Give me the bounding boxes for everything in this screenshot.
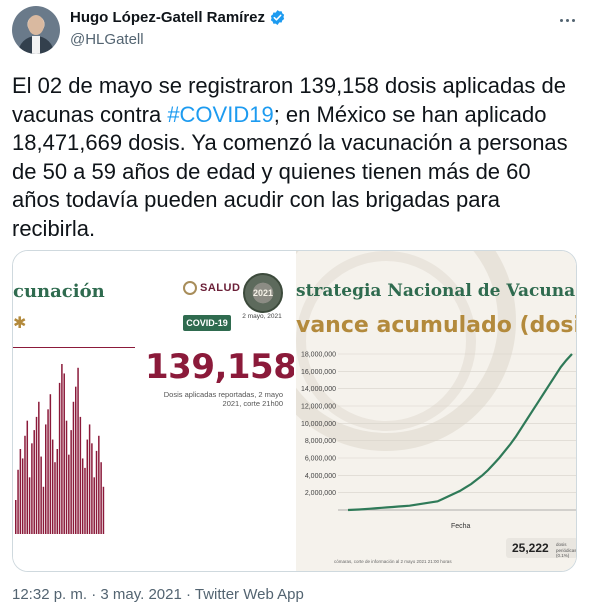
bar	[56, 449, 59, 534]
bar	[95, 450, 98, 534]
bar	[68, 454, 70, 534]
right-panel-subtitle: vance acumulado (dosi	[296, 313, 577, 338]
y-tick-label: 4,000,000	[305, 473, 336, 480]
bar	[38, 401, 40, 534]
bar	[100, 462, 102, 534]
bar	[31, 443, 33, 534]
author-handle[interactable]: @HLGatell	[70, 31, 144, 48]
bar	[26, 420, 29, 534]
bar	[45, 424, 47, 534]
bar	[81, 458, 84, 534]
avatar-head	[28, 15, 44, 35]
bar	[102, 486, 105, 534]
bar	[15, 500, 17, 534]
hashtag-link[interactable]: #COVID19	[167, 102, 273, 127]
bar	[77, 367, 79, 534]
badge-text: dosis periódicas (0.1%)	[556, 542, 577, 558]
bar	[93, 477, 95, 534]
bar	[42, 486, 45, 534]
media-image-left[interactable]: cunación ✱ SALUD 2021 COVID-19 2 mayo, 2…	[13, 251, 294, 571]
bar	[35, 416, 38, 534]
avatar-shirt	[32, 36, 40, 54]
verified-badge-icon	[269, 9, 286, 26]
y-tick-label: 12,000,000	[301, 404, 336, 411]
y-tick-label: 10,000,000	[301, 421, 336, 428]
y-tick-label: 14,000,000	[301, 386, 336, 393]
author-display-name[interactable]: Hugo López-Gatell Ramírez	[70, 9, 265, 26]
bar	[79, 416, 82, 534]
bar	[24, 435, 26, 534]
bar	[70, 430, 72, 534]
bar	[58, 382, 61, 534]
right-chart-xlabel: Fecha	[451, 523, 471, 530]
bar	[86, 439, 89, 534]
more-options-icon[interactable]	[557, 10, 577, 30]
avatar[interactable]	[12, 6, 60, 54]
bar	[51, 439, 54, 534]
bar	[47, 409, 49, 534]
bar	[98, 435, 100, 534]
bar	[21, 458, 24, 534]
bar	[54, 462, 56, 534]
bar	[84, 467, 86, 534]
y-tick-label: 18,000,000	[301, 352, 336, 359]
bar	[49, 394, 52, 534]
bar	[17, 469, 19, 534]
right-chart-badge: 25,222 dosis periódicas (0.1%)	[506, 538, 577, 558]
bar	[19, 449, 22, 534]
bar	[91, 443, 93, 534]
bar	[63, 373, 65, 534]
right-chart-footnote: cómaras, corte de información al 2 mayo …	[334, 559, 452, 564]
y-tick-label: 16,000,000	[301, 369, 336, 376]
y-tick-label: 6,000,000	[305, 456, 336, 463]
tweet: Hugo López-Gatell Ramírez @HLGatell El 0…	[0, 0, 590, 615]
bar	[75, 386, 77, 534]
cumulative-doses-line-chart: 2,000,000 4,000,000 6,000,000 8,000,000 10,0…	[301, 352, 576, 512]
cumulative-doses-line	[347, 353, 573, 512]
y-tick-label: 8,000,000	[305, 438, 336, 445]
author-name-row: Hugo López-Gatell Ramírez	[70, 9, 286, 26]
badge-number: 25,222	[512, 541, 549, 555]
media-image-right[interactable]: strategia Nacional de Vacuna vance acumu…	[296, 251, 577, 571]
media-attachments[interactable]: cunación ✱ SALUD 2021 COVID-19 2 mayo, 2…	[12, 250, 577, 572]
tweet-timestamp[interactable]: 12:32 p. m. · 3 may. 2021 · Twitter Web …	[12, 586, 304, 603]
bar	[40, 456, 42, 534]
bar	[28, 477, 31, 534]
bar	[61, 364, 63, 534]
tweet-text: El 02 de mayo se registraron 139,158 dos…	[12, 72, 578, 243]
right-panel-title: strategia Nacional de Vacuna	[296, 281, 576, 301]
bar	[33, 430, 35, 534]
bar	[65, 420, 68, 534]
daily-doses-bar-chart	[15, 364, 105, 534]
bar	[72, 401, 75, 534]
bar	[88, 424, 91, 534]
y-tick-label: 2,000,000	[305, 490, 336, 497]
